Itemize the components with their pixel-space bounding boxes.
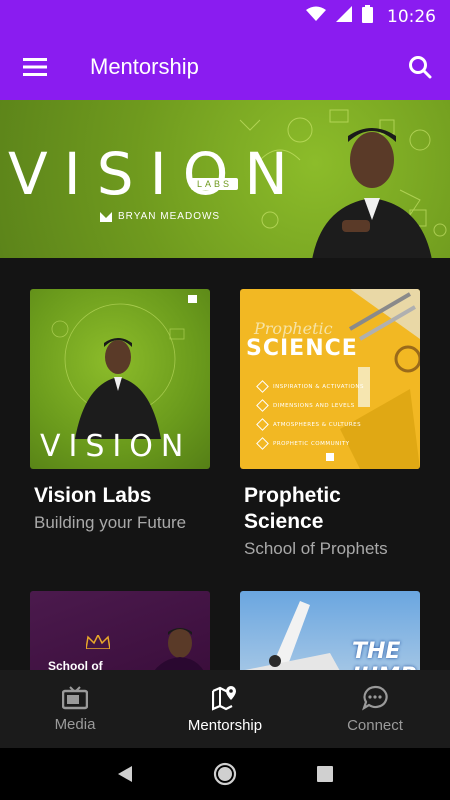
hero-banner[interactable]: VISION LABS BRYAN MEADOWS xyxy=(0,100,450,258)
menu-button[interactable] xyxy=(0,33,70,100)
back-icon xyxy=(118,766,132,782)
nav-item-mentorship[interactable]: Mentorship xyxy=(150,670,300,748)
hero-title: VISION xyxy=(8,140,304,208)
hamburger-menu-icon xyxy=(23,57,47,76)
hero-person xyxy=(312,128,432,258)
card-thumbnail: Prophetic SCIENCE INSPIRATION & ACTIVATI… xyxy=(240,289,420,469)
logo-icon xyxy=(100,211,112,222)
card-title: Vision Labs xyxy=(34,484,152,507)
recents-icon xyxy=(317,766,333,782)
search-icon xyxy=(409,55,432,78)
thumbnail-list-item: ATMOSPHERES & CULTURES xyxy=(256,415,364,434)
card-vision-labs[interactable]: VISION Vision Labs Building your Future xyxy=(30,289,210,533)
thumbnail-title: VISION xyxy=(40,429,192,464)
nav-item-media[interactable]: Media xyxy=(0,670,150,748)
recents-button[interactable] xyxy=(295,752,355,796)
search-button[interactable] xyxy=(390,33,450,100)
hexagon-icon xyxy=(256,399,269,412)
home-icon xyxy=(213,762,237,786)
chat-bubble-icon xyxy=(362,685,388,710)
thumbnail-title: SCIENCE xyxy=(246,336,358,361)
thumbnail-list: INSPIRATION & ACTIVATIONS DIMENSIONS AND… xyxy=(256,377,364,453)
system-navigation xyxy=(0,748,450,800)
thumbnail-list-item: DIMENSIONS AND LEVELS xyxy=(256,396,364,415)
page-title: Mentorship xyxy=(90,53,199,79)
wifi-icon xyxy=(306,6,326,27)
bottom-navigation: Media Mentorship Connect xyxy=(0,670,450,748)
signal-icon xyxy=(336,6,352,27)
nav-label: Connect xyxy=(347,716,403,734)
hero-author-row: BRYAN MEADOWS xyxy=(100,211,220,222)
card-subtitle: School of Prophets xyxy=(244,539,388,558)
thumbnail-list-item: PROPHETIC COMMUNITY xyxy=(256,434,364,453)
card-thumbnail: VISION xyxy=(30,289,210,469)
card-prophetic-science[interactable]: Prophetic SCIENCE INSPIRATION & ACTIVATI… xyxy=(240,289,420,559)
screen: 10:26 Mentorship VISION LABS BRYAN MEADO… xyxy=(0,0,450,800)
card-subtitle: Building your Future xyxy=(34,513,187,532)
hero-badge: LABS xyxy=(191,178,239,190)
battery-icon xyxy=(362,5,373,28)
crown-icon xyxy=(86,635,110,649)
hexagon-icon xyxy=(256,380,269,393)
map-pin-icon xyxy=(212,685,236,711)
hexagon-icon xyxy=(256,418,269,431)
nav-label: Media xyxy=(54,715,96,733)
tv-icon xyxy=(62,685,88,709)
back-button[interactable] xyxy=(95,752,155,796)
hexagon-icon xyxy=(256,437,269,450)
card-title: Prophetic Science xyxy=(244,484,341,533)
hero-author: BRYAN MEADOWS xyxy=(118,211,221,222)
status-bar: 10:26 xyxy=(0,0,450,33)
app-bar: Mentorship xyxy=(0,33,450,100)
thumbnail-list-item: INSPIRATION & ACTIVATIONS xyxy=(256,377,364,396)
status-time: 10:26 xyxy=(387,6,436,27)
nav-label: Mentorship xyxy=(187,716,263,734)
nav-item-connect[interactable]: Connect xyxy=(300,670,450,748)
home-button[interactable] xyxy=(195,752,255,796)
